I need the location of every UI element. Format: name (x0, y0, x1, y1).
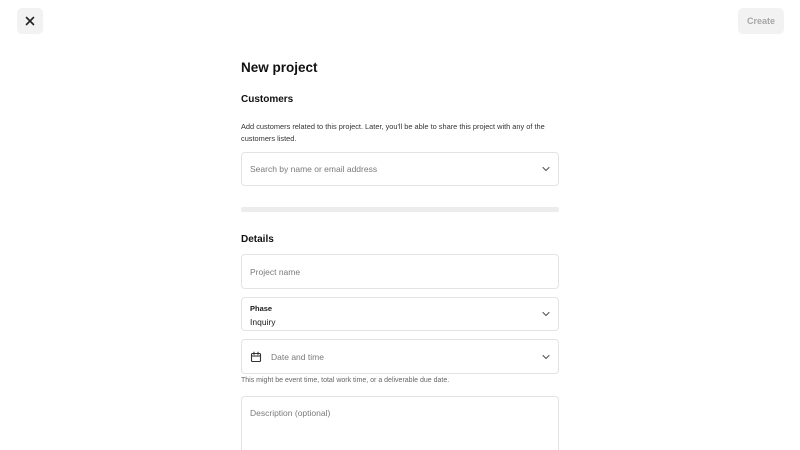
close-icon (25, 16, 35, 26)
section-divider (241, 207, 559, 212)
project-name-input[interactable]: Project name (241, 254, 559, 289)
customer-search-placeholder: Search by name or email address (250, 164, 378, 174)
create-button[interactable]: Create (738, 8, 784, 34)
description-placeholder: Description (optional) (250, 408, 331, 418)
phase-select[interactable]: Phase Inquiry (241, 297, 559, 331)
date-time-placeholder: Date and time (271, 352, 324, 362)
project-name-placeholder: Project name (250, 267, 301, 277)
chevron-down-icon (542, 354, 550, 359)
customer-search-select[interactable]: Search by name or email address (241, 152, 559, 186)
date-time-select[interactable]: Date and time (241, 339, 559, 374)
description-textarea[interactable]: Description (optional) (241, 396, 559, 450)
chevron-down-icon (542, 311, 550, 317)
date-help-text: This might be event time, total work tim… (241, 377, 450, 384)
chevron-down-icon (542, 166, 550, 172)
calendar-icon (250, 351, 262, 363)
details-heading: Details (241, 234, 274, 245)
phase-label: Phase (250, 304, 273, 313)
customers-heading: Customers (241, 94, 294, 105)
phase-value: Inquiry (250, 317, 276, 327)
page-title: New project (241, 60, 318, 75)
customers-description: Add customers related to this project. L… (241, 122, 545, 143)
close-button[interactable] (17, 8, 43, 34)
